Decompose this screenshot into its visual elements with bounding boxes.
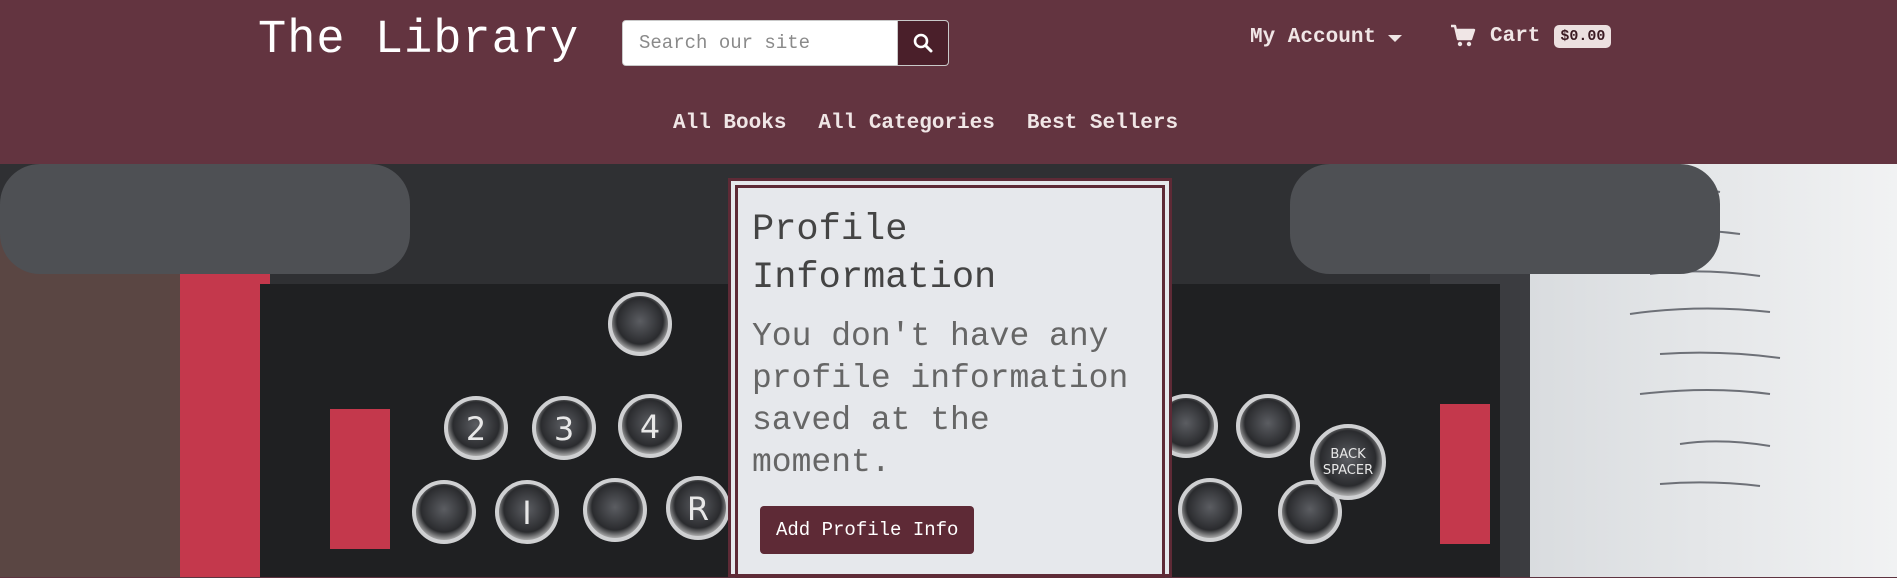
- add-profile-info-button[interactable]: Add Profile Info: [760, 506, 975, 554]
- cart-total-badge: $0.00: [1554, 24, 1612, 48]
- chevron-down-icon: [1388, 35, 1403, 42]
- search-icon: [913, 33, 933, 53]
- search-form: [622, 20, 949, 66]
- profile-card-message: You don't have any profile information s…: [752, 318, 1129, 481]
- my-account-dropdown[interactable]: My Account: [1250, 26, 1403, 49]
- search-input[interactable]: [623, 21, 897, 65]
- category-nav: All Books All Categories Best Sellers: [673, 112, 1178, 135]
- svg-text:R: R: [687, 490, 709, 528]
- svg-text:4: 4: [640, 408, 660, 446]
- svg-text:I: I: [522, 494, 531, 532]
- nav-best-sellers[interactable]: Best Sellers: [1027, 112, 1178, 135]
- profile-card-inner-border: Profile Information You don't have any p…: [735, 185, 1165, 578]
- search-button[interactable]: [897, 21, 948, 65]
- site-logo-text[interactable]: The Library: [258, 14, 579, 67]
- cart-icon: [1451, 24, 1476, 47]
- svg-text:3: 3: [554, 410, 574, 448]
- cart-label: Cart: [1490, 24, 1541, 48]
- nav-all-categories[interactable]: All Categories: [818, 112, 994, 135]
- my-account-label: My Account: [1250, 26, 1377, 49]
- profile-card-title: Profile Information: [752, 209, 997, 299]
- svg-text:2: 2: [466, 410, 486, 448]
- cart-link[interactable]: Cart $0.00: [1450, 24, 1612, 48]
- profile-information-card: Profile Information You don't have any p…: [728, 178, 1172, 578]
- site-header: The Library My Account Cart $0.00 All Bo…: [0, 0, 1897, 164]
- nav-all-books[interactable]: All Books: [673, 112, 786, 135]
- svg-text:SPACER: SPACER: [1323, 463, 1373, 478]
- svg-text:BACK: BACK: [1330, 447, 1366, 462]
